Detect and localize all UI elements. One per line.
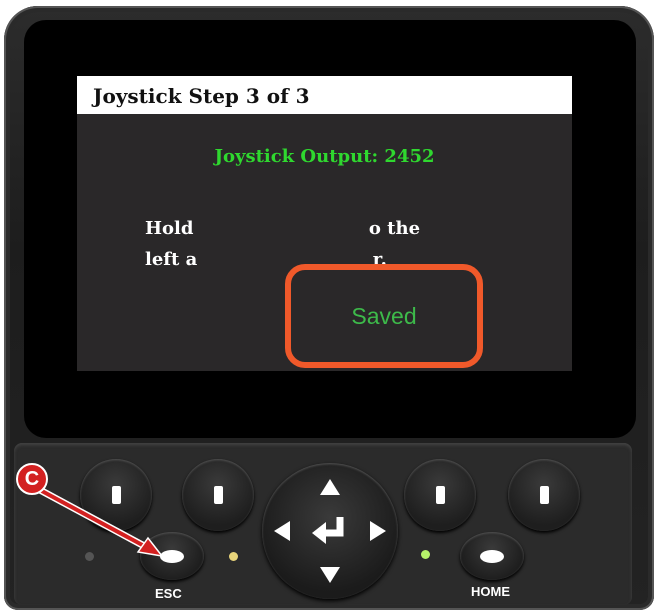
soft-key-mark-icon	[111, 486, 121, 504]
soft-key-1-button[interactable]	[80, 459, 152, 531]
arrow-up-icon[interactable]	[320, 479, 340, 495]
callout-badge: C	[16, 463, 48, 495]
esc-button[interactable]	[140, 532, 204, 580]
soft-key-3-button[interactable]	[404, 459, 476, 531]
status-led-left	[85, 552, 94, 561]
home-key-mark-icon	[480, 549, 504, 563]
soft-key-2-button[interactable]	[182, 459, 254, 531]
status-led-amber	[229, 552, 238, 561]
display-screen: Joystick Step 3 of 3 Joystick Output: 24…	[77, 76, 572, 371]
navigation-dpad[interactable]	[262, 463, 398, 599]
saved-popup: Saved	[285, 264, 483, 368]
arrow-left-icon[interactable]	[274, 521, 290, 541]
screen-title: Joystick Step 3 of 3	[77, 76, 572, 114]
enter-icon[interactable]	[310, 515, 350, 545]
esc-key-mark-icon	[160, 549, 184, 563]
home-label: HOME	[471, 584, 510, 599]
soft-key-4-button[interactable]	[508, 459, 580, 531]
status-led-green	[421, 550, 430, 559]
joystick-output-label: Joystick Output: 2452	[214, 146, 435, 167]
home-button[interactable]	[460, 532, 524, 580]
arrow-down-icon[interactable]	[320, 567, 340, 583]
arrow-right-icon[interactable]	[370, 521, 386, 541]
esc-label: ESC	[155, 586, 182, 601]
saved-popup-text: Saved	[351, 302, 417, 329]
soft-key-mark-icon	[539, 486, 549, 504]
instruction-line-1: Hold o the	[145, 218, 421, 239]
soft-key-mark-icon	[435, 486, 445, 504]
soft-key-mark-icon	[213, 486, 223, 504]
